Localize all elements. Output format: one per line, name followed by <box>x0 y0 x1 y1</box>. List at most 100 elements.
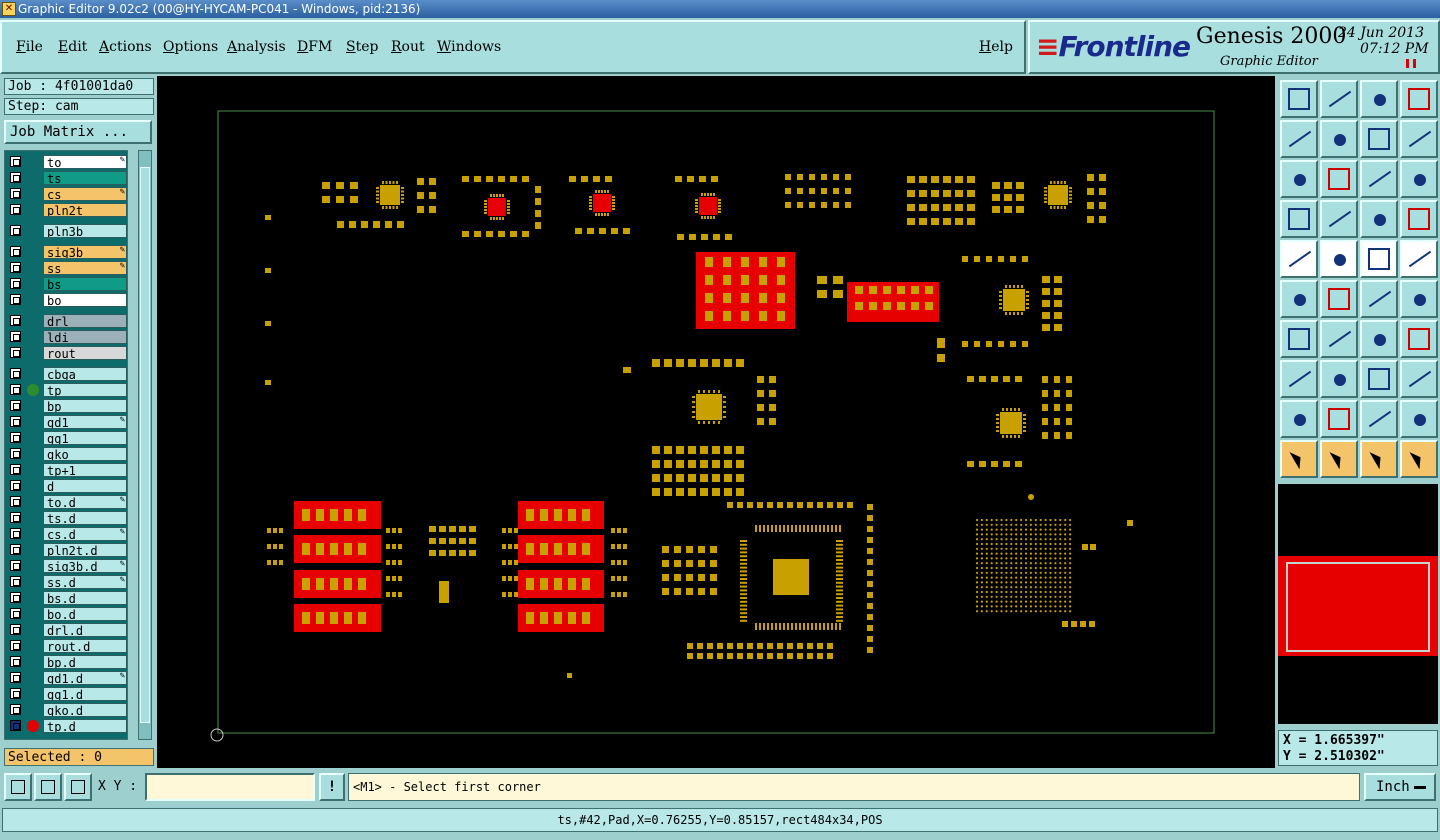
layer-row-to[interactable]: to ✎ <box>7 155 127 169</box>
pad[interactable] <box>686 546 693 553</box>
pad[interactable] <box>1004 182 1012 189</box>
bga-ball[interactable] <box>980 566 984 570</box>
chip-u7-pin[interactable] <box>1023 430 1026 432</box>
pad[interactable] <box>514 576 518 581</box>
selected-pad[interactable] <box>705 293 713 303</box>
chip-u5-pin[interactable] <box>1044 187 1047 189</box>
bga-ball[interactable] <box>975 566 979 570</box>
selected-pad[interactable] <box>316 543 324 555</box>
chip-u4-pin[interactable] <box>713 216 715 219</box>
layer-name[interactable]: drl <box>43 314 127 328</box>
chip-u2-pin[interactable] <box>507 206 510 208</box>
pad[interactable] <box>845 188 851 194</box>
layer-name[interactable]: gg1 <box>43 431 127 445</box>
layer-row-ldi[interactable]: ldi <box>7 330 127 344</box>
pad[interactable] <box>429 192 436 199</box>
pad[interactable] <box>736 460 744 468</box>
qfp-pin[interactable] <box>839 623 841 630</box>
chip-u3-pin[interactable] <box>604 213 606 216</box>
bga-ball[interactable] <box>975 547 979 550</box>
bga-ball[interactable] <box>1034 610 1037 613</box>
pad[interactable] <box>1066 404 1072 411</box>
qfp-pin[interactable] <box>811 525 813 532</box>
pad[interactable] <box>502 544 506 549</box>
pad[interactable] <box>385 221 392 228</box>
bga-ball[interactable] <box>1010 566 1013 570</box>
bga-ball[interactable] <box>1029 590 1032 594</box>
line-button[interactable] <box>1320 320 1358 358</box>
qfp-pin[interactable] <box>836 578 843 580</box>
qfp-pin[interactable] <box>740 543 747 546</box>
layer-row-drl[interactable]: drl <box>7 314 127 328</box>
qfp-pin[interactable] <box>819 525 821 532</box>
bga-ball[interactable] <box>1034 595 1037 598</box>
layer-checkbox[interactable] <box>10 464 21 475</box>
pad[interactable] <box>931 176 939 183</box>
pad[interactable] <box>807 502 813 508</box>
layer-row-rout[interactable]: rout <box>7 346 127 360</box>
chip-u4-pin[interactable] <box>695 199 698 201</box>
bga-ball[interactable] <box>990 576 993 579</box>
chip-u4-pin[interactable] <box>695 211 698 213</box>
pad[interactable] <box>998 256 1004 262</box>
bga-ball[interactable] <box>980 528 984 531</box>
bga-ball[interactable] <box>1049 552 1052 555</box>
pad[interactable] <box>867 625 873 631</box>
bga-ball[interactable] <box>1059 552 1062 555</box>
pad[interactable] <box>700 359 708 367</box>
selected-pad[interactable] <box>316 612 324 624</box>
bga-ball[interactable] <box>1054 533 1057 536</box>
pad[interactable] <box>809 202 815 208</box>
chip-u8-pin[interactable] <box>703 390 705 393</box>
bga-ball[interactable] <box>1010 610 1013 613</box>
qfp-pin[interactable] <box>836 600 843 603</box>
selected-pad[interactable] <box>582 612 590 624</box>
bga-ball[interactable] <box>1029 581 1032 584</box>
bga-ball[interactable] <box>1024 586 1028 589</box>
pad[interactable] <box>386 544 390 549</box>
qfp-pin[interactable] <box>740 551 747 554</box>
pad[interactable] <box>699 176 706 182</box>
bga-ball[interactable] <box>975 576 979 579</box>
layer-checkbox[interactable] <box>10 294 21 305</box>
qfp-pin[interactable] <box>740 555 747 558</box>
chip-u4-pin[interactable] <box>707 193 709 196</box>
selected-pad[interactable] <box>330 543 338 555</box>
bga-ball[interactable] <box>1005 528 1008 531</box>
bga-ball[interactable] <box>1064 538 1067 541</box>
layer-checkbox[interactable] <box>10 592 21 603</box>
bga-ball[interactable] <box>1044 576 1047 579</box>
bga-ball[interactable] <box>1020 518 1023 522</box>
bga-ball[interactable] <box>1015 538 1018 541</box>
bga-ball[interactable] <box>1059 528 1062 531</box>
bga-ball[interactable] <box>995 518 998 522</box>
bga-ball[interactable] <box>990 586 993 589</box>
chip-u4-pin[interactable] <box>695 208 698 210</box>
menu-rout[interactable]: Rout <box>391 39 425 55</box>
layer-name[interactable]: ss.d <box>43 575 127 589</box>
bga-ball[interactable] <box>1044 605 1047 608</box>
bga-ball[interactable] <box>1024 557 1028 560</box>
chip-u2-pin[interactable] <box>484 200 487 202</box>
bga-ball[interactable] <box>1049 542 1052 546</box>
pad[interactable] <box>1042 276 1050 283</box>
bga-ball[interactable] <box>1015 576 1018 579</box>
bga-ball[interactable] <box>1020 571 1023 574</box>
pad[interactable] <box>727 643 733 649</box>
bga-ball[interactable] <box>1024 562 1028 565</box>
layer-checkbox[interactable] <box>10 512 21 523</box>
bga-ball[interactable] <box>1064 547 1067 550</box>
bga-ball[interactable] <box>1024 552 1028 555</box>
pad[interactable] <box>459 550 466 556</box>
selected-pad[interactable] <box>526 578 534 590</box>
pad[interactable] <box>1071 621 1077 627</box>
bga-ball[interactable] <box>985 518 988 522</box>
bga-ball[interactable] <box>975 595 979 598</box>
bga-ball[interactable] <box>1024 523 1028 526</box>
layer-checkbox[interactable] <box>10 172 21 183</box>
app-icon[interactable]: ✕ <box>2 2 16 16</box>
pad[interactable] <box>821 174 827 180</box>
layer-name[interactable]: sig3b <box>43 245 127 259</box>
pad[interactable] <box>514 544 518 549</box>
pad[interactable] <box>919 218 927 225</box>
